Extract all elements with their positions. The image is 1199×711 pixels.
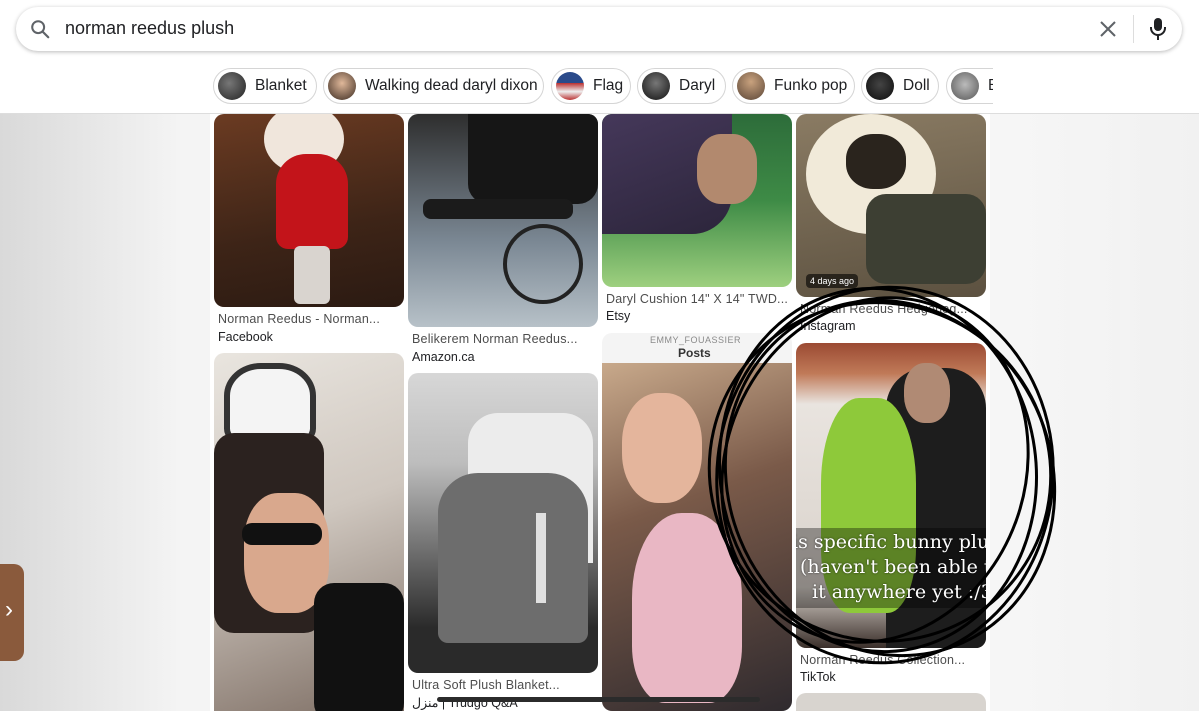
side-panel-handle[interactable]: › (0, 564, 24, 661)
chevron-right-icon: › (5, 596, 13, 623)
horizontal-scrollbar[interactable] (437, 697, 760, 702)
scribble-annotation (707, 285, 1057, 665)
